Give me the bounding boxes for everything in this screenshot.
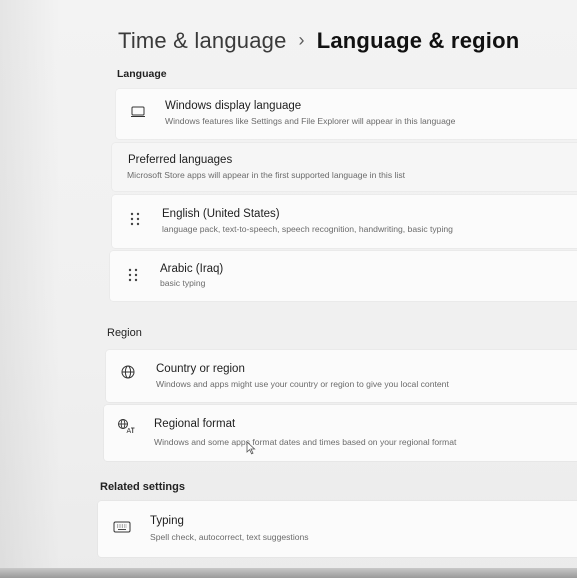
language-item-description: basic typing bbox=[160, 278, 206, 288]
preferred-languages-title: Preferred languages bbox=[128, 154, 233, 166]
display-language-title: Windows display language bbox=[165, 100, 302, 112]
preferred-languages-description: Microsoft Store apps will appear in the … bbox=[127, 170, 406, 180]
mouse-cursor-icon bbox=[246, 441, 256, 460]
globe-icon bbox=[120, 364, 136, 385]
breadcrumb-parent-link[interactable]: Time & language bbox=[118, 28, 287, 53]
breadcrumb-separator: › bbox=[298, 30, 305, 50]
preferred-languages-header: Preferred languages Microsoft Store apps… bbox=[112, 143, 577, 191]
language-format-icon: A bbox=[117, 418, 135, 439]
language-item-title: English (United States) bbox=[162, 208, 280, 220]
breadcrumb: Time & language › Language & region bbox=[118, 28, 519, 54]
language-item-description: language pack, text-to-speech, speech re… bbox=[162, 224, 453, 234]
typing-card[interactable]: Typing Spell check, autocorrect, text su… bbox=[98, 501, 577, 557]
edge-shadow bbox=[0, 0, 60, 578]
page-title: Language & region bbox=[316, 28, 520, 53]
language-item-title: Arabic (Iraq) bbox=[160, 263, 224, 275]
regional-format-card[interactable]: A Regional format Windows and some apps … bbox=[104, 405, 577, 461]
language-item-arabic[interactable]: Arabic (Iraq) basic typing bbox=[110, 251, 577, 301]
country-or-region-card[interactable]: Country or region Windows and apps might… bbox=[106, 350, 577, 402]
section-label-language: Language bbox=[117, 68, 167, 80]
settings-window: Time & language › Language & region Langua… bbox=[0, 0, 577, 578]
regional-format-title: Regional format bbox=[154, 418, 236, 430]
windows-display-language-card[interactable]: Windows display language Windows feature… bbox=[116, 89, 577, 139]
screen-bottom-bezel bbox=[0, 568, 577, 578]
section-label-region: Region bbox=[107, 327, 142, 339]
drag-handle-icon[interactable] bbox=[128, 268, 138, 283]
typing-title: Typing bbox=[150, 515, 184, 527]
svg-text:A: A bbox=[127, 428, 132, 434]
country-title: Country or region bbox=[156, 363, 245, 375]
language-item-english[interactable]: English (United States) language pack, t… bbox=[112, 195, 577, 248]
typing-description: Spell check, autocorrect, text suggestio… bbox=[150, 532, 309, 542]
section-label-related-settings: Related settings bbox=[100, 481, 185, 493]
drag-handle-icon[interactable] bbox=[130, 212, 140, 227]
monitor-icon bbox=[130, 105, 146, 123]
country-description: Windows and apps might use your country … bbox=[156, 379, 449, 389]
regional-format-description: Windows and some apps format dates and t… bbox=[154, 437, 457, 447]
keyboard-icon bbox=[113, 520, 131, 538]
display-language-description: Windows features like Settings and File … bbox=[165, 116, 456, 126]
